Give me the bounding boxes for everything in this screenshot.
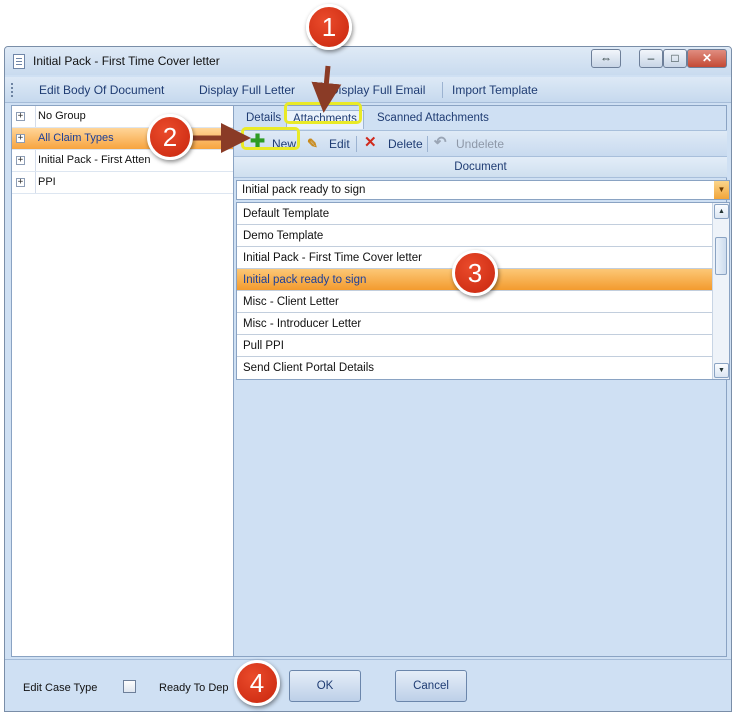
marker-1: 1 [306, 4, 352, 50]
annotation-arrows [190, 65, 342, 153]
marker-3: 3 [452, 250, 498, 296]
marker-1-arrow [311, 65, 342, 113]
marker-2: 2 [147, 114, 193, 160]
marker-4: 4 [234, 660, 280, 706]
